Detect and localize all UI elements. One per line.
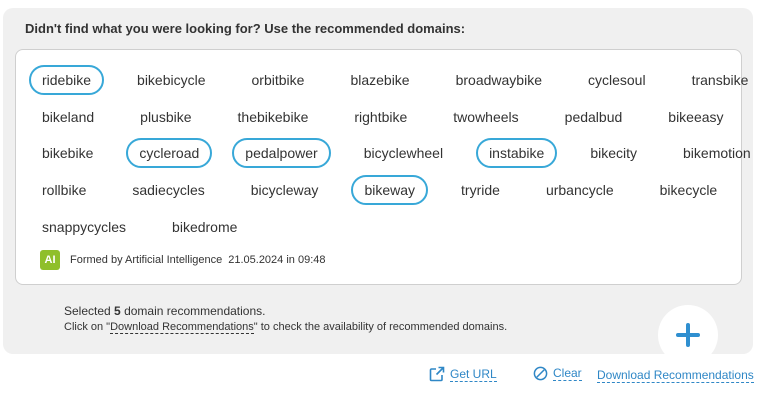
clear-circle-icon [533, 366, 548, 381]
domain-chip-thebikebike[interactable]: thebikebike [225, 102, 322, 132]
domain-chip-plusbike[interactable]: plusbike [127, 102, 204, 132]
domain-chip-snappycycles[interactable]: snappycycles [29, 212, 139, 242]
ai-badge-icon: AI [40, 250, 60, 270]
plus-icon [676, 323, 700, 347]
domain-chip-blazebike[interactable]: blazebike [337, 65, 422, 95]
formed-by-text: Formed by Artificial Intelligence [70, 254, 223, 266]
ai-footer-note: AI Formed by Artificial Intelligence 21.… [40, 250, 326, 270]
selected-count: 5 [114, 304, 121, 318]
click-prefix: Click on " [64, 321, 111, 333]
selected-prefix: Selected [64, 304, 111, 318]
domain-chip-bikebicycle[interactable]: bikebicycle [124, 65, 218, 95]
domain-chip-pedalbud[interactable]: pedalbud [552, 102, 636, 132]
domain-chip-bikemotion[interactable]: bikemotion [670, 138, 764, 168]
panel-heading: Didn't find what you were looking for? U… [25, 21, 466, 36]
selected-count-text: Selected 5 domain recommendations. [64, 304, 265, 318]
domain-chip-bicyclewheel[interactable]: bicyclewheel [351, 138, 456, 168]
download-recommendations-label: Download Recommendations [597, 368, 754, 383]
domain-chip-transbike[interactable]: transbike [679, 65, 762, 95]
domain-chip-orbitbike[interactable]: orbitbike [239, 65, 318, 95]
chip-row-2: bikeland plusbike thebikebike rightbike twow… [29, 102, 757, 132]
chip-row-3: bikebike cycleroad pedalpower bicyclewheel i… [29, 138, 766, 168]
domain-chip-bikedrome[interactable]: bikedrome [159, 212, 250, 242]
domain-chip-broadwaybike[interactable]: broadwaybike [443, 65, 555, 95]
selected-suffix: domain recommendations. [124, 304, 266, 318]
domain-chip-bikeeasy[interactable]: bikeeasy [655, 102, 736, 132]
domain-chip-tryride[interactable]: tryride [448, 175, 513, 205]
clear-button[interactable]: Clear [533, 366, 582, 381]
domain-chip-bikebike[interactable]: bikebike [29, 138, 106, 168]
click-instruction: Click on "Download Recommendations" to c… [64, 321, 508, 334]
domain-chip-bikeland[interactable]: bikeland [29, 102, 107, 132]
domain-chip-bikecycle[interactable]: bikecycle [647, 175, 731, 205]
domain-chip-pedalpower[interactable]: pedalpower [232, 138, 331, 168]
clear-label: Clear [553, 366, 582, 381]
recommendations-panel: Didn't find what you were looking for? U… [3, 8, 753, 365]
domain-chip-twowheels[interactable]: twowheels [440, 102, 531, 132]
add-button[interactable] [658, 305, 718, 365]
domain-chip-bicycleway[interactable]: bicycleway [238, 175, 332, 205]
domain-chip-bikeway[interactable]: bikeway [351, 175, 429, 205]
chip-row-1: ridebike bikebicycle orbitbike blazebike bro… [29, 65, 766, 95]
domain-chip-cyclesoul[interactable]: cyclesoul [575, 65, 659, 95]
chip-row-4: rollbike sadiecycles bicycleway bikeway tryr… [29, 175, 750, 205]
click-suffix: " to check the availability of recommend… [253, 321, 508, 333]
download-recommendations-button[interactable]: Download Recommendations [597, 368, 754, 383]
external-link-icon [429, 366, 445, 382]
get-url-label: Get URL [450, 366, 497, 382]
chip-row-5: snappycycles bikedrome [29, 212, 270, 242]
download-recommendations-inline-link[interactable]: Download Recommendations [110, 321, 254, 334]
domain-chip-rightbike[interactable]: rightbike [341, 102, 420, 132]
domain-chip-ridebike[interactable]: ridebike [29, 65, 105, 95]
domain-chip-bikecity[interactable]: bikecity [577, 138, 650, 168]
domain-chip-sadiecycles[interactable]: sadiecycles [119, 175, 217, 205]
formed-date: 21.05.2024 in 09:48 [228, 254, 326, 266]
domain-chip-urbancycle[interactable]: urbancycle [533, 175, 627, 205]
get-url-button[interactable]: Get URL [429, 366, 497, 382]
recommendations-card: ridebike bikebicycle orbitbike blazebike bro… [15, 49, 751, 285]
domain-chip-cycleroad[interactable]: cycleroad [126, 138, 213, 168]
domain-chip-instabike[interactable]: instabike [476, 138, 558, 168]
domain-chip-rollbike[interactable]: rollbike [29, 175, 99, 205]
